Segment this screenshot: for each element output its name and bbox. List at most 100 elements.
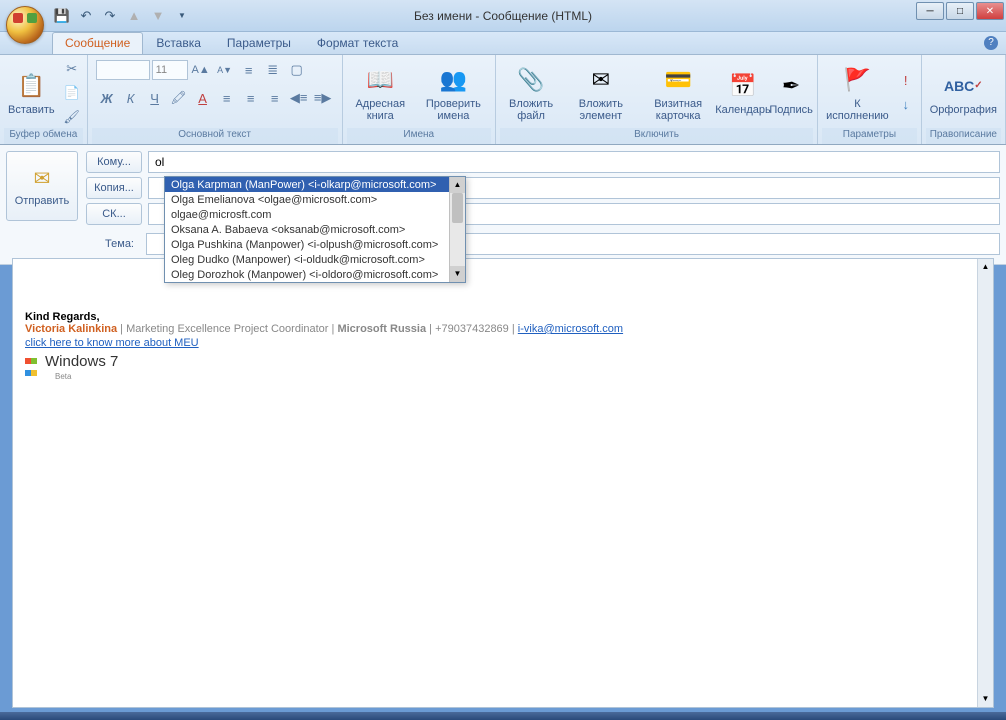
- minimize-button[interactable]: ─: [916, 2, 944, 20]
- bold-icon[interactable]: Ж: [96, 87, 118, 109]
- compose-header: ✉ Отправить Кому... Копия... СК... Тема:: [0, 145, 1006, 265]
- check-names-button[interactable]: 👥 Проверить имена: [416, 62, 491, 124]
- scroll-thumb[interactable]: [452, 193, 463, 223]
- shrink-font-icon[interactable]: A▼: [214, 59, 236, 81]
- check-names-icon: 👥: [437, 64, 469, 96]
- follow-up-label: К исполнению: [826, 98, 889, 122]
- scroll-down-icon[interactable]: ▼: [450, 266, 465, 282]
- sig-role: Marketing Excellence Project Coordinator: [126, 323, 328, 335]
- grow-font-icon[interactable]: A▲: [190, 59, 212, 81]
- font-color-icon[interactable]: A: [192, 87, 214, 109]
- underline-icon[interactable]: Ч: [144, 87, 166, 109]
- align-right-icon[interactable]: ≡: [264, 87, 286, 109]
- prev-icon[interactable]: ▲: [124, 6, 144, 26]
- clear-format-icon[interactable]: ▢: [286, 59, 308, 81]
- sig-meu-link[interactable]: click here to know more about MEU: [25, 337, 981, 349]
- address-book-label: Адресная книга: [351, 98, 410, 122]
- importance-high-icon[interactable]: !: [895, 70, 917, 92]
- window-controls: ─ □ ✕: [914, 2, 1004, 20]
- business-card-label: Визитная карточка: [643, 98, 712, 122]
- scroll-up-icon[interactable]: ▲: [450, 177, 465, 193]
- qat-dropdown-icon[interactable]: ▼: [172, 6, 192, 26]
- paste-icon: 📋: [15, 70, 47, 102]
- calendar-button[interactable]: 📅 Календарь: [719, 68, 767, 118]
- to-input[interactable]: [148, 151, 1000, 173]
- group-label: Параметры: [822, 128, 917, 144]
- send-button[interactable]: ✉ Отправить: [6, 151, 78, 221]
- tab-insert[interactable]: Вставка: [143, 32, 214, 54]
- autocomplete-item[interactable]: Olga Emelianova <olgae@microsoft.com>: [165, 192, 449, 207]
- cc-button[interactable]: Копия...: [86, 177, 142, 199]
- sig-name: Victoria Kalinkina: [25, 323, 117, 335]
- signature-label: Подпись: [769, 104, 813, 116]
- autocomplete-item[interactable]: olgae@microsft.com: [165, 207, 449, 222]
- font-size-input[interactable]: [152, 60, 188, 80]
- autocomplete-item[interactable]: Oleg Dudko (Manpower) <i-oldudk@microsof…: [165, 252, 449, 267]
- scroll-down-icon[interactable]: ▼: [978, 691, 993, 707]
- windows-flag-icon: [25, 355, 41, 369]
- group-label: Основной текст: [92, 128, 338, 144]
- align-center-icon[interactable]: ≡: [240, 87, 262, 109]
- close-button[interactable]: ✕: [976, 2, 1004, 20]
- tab-format[interactable]: Формат текста: [304, 32, 411, 54]
- paste-label: Вставить: [8, 104, 55, 116]
- group-label: Включить: [500, 128, 813, 144]
- indent-decrease-icon[interactable]: ◀≡: [288, 87, 310, 109]
- body-content[interactable]: Kind Regards, Victoria Kalinkina | Marke…: [13, 259, 993, 394]
- cut-icon[interactable]: ✂: [61, 58, 83, 80]
- undo-icon[interactable]: ↶: [76, 6, 96, 26]
- sig-company: Microsoft Russia: [337, 323, 426, 335]
- indent-increase-icon[interactable]: ≡▶: [312, 87, 334, 109]
- body-scrollbar[interactable]: ▲ ▼: [977, 259, 993, 707]
- ribbon: 📋 Вставить ✂ 📄 🖌 Буфер обмена A▲ A▼ ≡ ≣ …: [0, 55, 1006, 145]
- to-button[interactable]: Кому...: [86, 151, 142, 173]
- spelling-button[interactable]: ABC✓ Орфография: [926, 68, 1001, 118]
- copy-icon[interactable]: 📄: [61, 82, 83, 104]
- business-card-button[interactable]: 💳 Визитная карточка: [639, 62, 716, 124]
- address-book-icon: 📖: [364, 64, 396, 96]
- scroll-up-icon[interactable]: ▲: [978, 259, 993, 275]
- redo-icon[interactable]: ↷: [100, 6, 120, 26]
- windows7-logo: Windows 7: [25, 353, 981, 370]
- sig-email[interactable]: i-vika@microsoft.com: [518, 323, 623, 335]
- autocomplete-item[interactable]: Oleg Dorozhok (Manpower) <i-oldoro@micro…: [165, 267, 449, 282]
- autocomplete-item[interactable]: Oksana A. Babaeva <oksanab@microsoft.com…: [165, 222, 449, 237]
- italic-icon[interactable]: К: [120, 87, 142, 109]
- font-name-input[interactable]: [96, 60, 150, 80]
- attach-file-icon: 📎: [515, 64, 547, 96]
- check-names-label: Проверить имена: [420, 98, 487, 122]
- tab-message[interactable]: Сообщение: [52, 32, 143, 54]
- business-card-icon: 💳: [662, 64, 694, 96]
- send-icon: ✉: [34, 166, 51, 191]
- title-bar: 💾 ↶ ↷ ▲ ▼ ▼ Без имени - Сообщение (HTML)…: [0, 0, 1006, 32]
- attach-file-button[interactable]: 📎 Вложить файл: [500, 62, 562, 124]
- next-icon[interactable]: ▼: [148, 6, 168, 26]
- spelling-label: Орфография: [930, 104, 997, 116]
- address-book-button[interactable]: 📖 Адресная книга: [347, 62, 414, 124]
- importance-low-icon[interactable]: ↓: [895, 94, 917, 116]
- message-body[interactable]: ▲ ▼ Kind Regards, Victoria Kalinkina | M…: [12, 258, 994, 708]
- highlight-icon[interactable]: 🖍: [168, 87, 190, 109]
- autocomplete-item[interactable]: Olga Pushkina (Manpower) <i-olpush@micro…: [165, 237, 449, 252]
- quick-access-toolbar: 💾 ↶ ↷ ▲ ▼ ▼: [52, 6, 192, 26]
- numbering-icon[interactable]: ≣: [262, 59, 284, 81]
- attach-item-button[interactable]: ✉ Вложить элемент: [564, 62, 637, 124]
- group-label: Правописание: [926, 128, 1001, 144]
- paste-button[interactable]: 📋 Вставить: [4, 68, 59, 118]
- ribbon-tabs: Сообщение Вставка Параметры Формат текст…: [0, 32, 1006, 55]
- group-label: Имена: [347, 128, 491, 144]
- bullets-icon[interactable]: ≡: [238, 59, 260, 81]
- office-button[interactable]: [6, 6, 44, 44]
- align-left-icon[interactable]: ≡: [216, 87, 238, 109]
- tab-options[interactable]: Параметры: [214, 32, 304, 54]
- bcc-button[interactable]: СК...: [86, 203, 142, 225]
- save-icon[interactable]: 💾: [52, 6, 72, 26]
- help-icon[interactable]: ?: [984, 36, 998, 50]
- maximize-button[interactable]: □: [946, 2, 974, 20]
- autocomplete-scrollbar[interactable]: ▲ ▼: [449, 177, 465, 282]
- format-painter-icon[interactable]: 🖌: [61, 106, 83, 128]
- signature-button[interactable]: ✒ Подпись: [769, 68, 813, 118]
- sig-regards: Kind Regards,: [25, 311, 100, 323]
- autocomplete-item[interactable]: Olga Karpman (ManPower) <i-olkarp@micros…: [165, 177, 449, 192]
- follow-up-button[interactable]: 🚩 К исполнению: [822, 62, 893, 124]
